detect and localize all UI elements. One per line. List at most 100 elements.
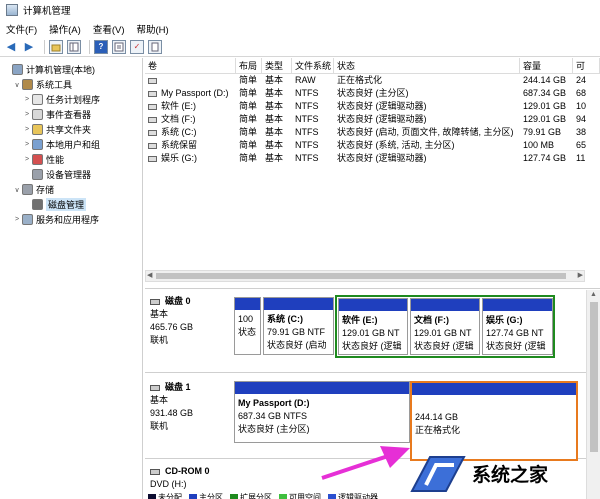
check-icon[interactable]: ✓ <box>130 39 144 54</box>
scroll-thumb[interactable] <box>590 302 598 452</box>
volume-icon <box>148 77 157 84</box>
shared-folder-icon <box>32 124 43 135</box>
tree-node[interactable]: 设备管理器 <box>0 167 142 182</box>
tree-node-label: 任务计划程序 <box>46 95 101 105</box>
table-row[interactable]: 系统保留 简单 基本 NTFS 状态良好 (系统, 活动, 主分区) 100 MB 65 <box>145 139 600 152</box>
partition-d[interactable]: My Passport (D:) 687.34 GB NTFS 状态良好 (主分… <box>234 381 410 443</box>
column-type[interactable]: 类型 <box>262 58 292 73</box>
menu-action[interactable]: 操作(A) <box>49 22 81 36</box>
column-status[interactable]: 状态 <box>334 58 520 73</box>
disk-management-icon <box>32 199 43 210</box>
users-icon <box>32 139 43 150</box>
scroll-left-icon[interactable]: ◀ <box>147 271 152 279</box>
console-tree-icon[interactable] <box>67 39 81 54</box>
partition-e[interactable]: 软件 (E:) 129.01 GB NT 状态良好 (逻辑 <box>338 298 408 355</box>
column-free[interactable]: 可 <box>573 58 600 73</box>
menu-help[interactable]: 帮助(H) <box>136 22 168 36</box>
table-cell: 状态良好 (主分区) <box>337 88 409 98</box>
column-layout[interactable]: 布局 <box>236 58 262 73</box>
legend-item: 未分配 <box>148 492 182 499</box>
tree-node[interactable]: ∨ 存储 <box>0 182 142 197</box>
column-filesystem[interactable]: 文件系统 <box>292 58 334 73</box>
partition-status: 状态良好 (逻辑 <box>414 341 474 351</box>
volume-icon <box>148 90 157 97</box>
chevron-down-icon[interactable]: ∨ <box>12 186 22 194</box>
tree-node[interactable]: > 本地用户和组 <box>0 137 142 152</box>
volume-cell <box>145 74 236 87</box>
table-row[interactable]: 娱乐 (G:) 简单 基本 NTFS 状态良好 (逻辑驱动器) 127.74 GB 11 <box>145 152 600 165</box>
scroll-up-icon[interactable]: ▲ <box>590 291 597 298</box>
table-cell: 244.14 GB <box>523 75 567 85</box>
partition-c[interactable]: 系统 (C:) 79.91 GB NTF 状态良好 (启动 <box>263 297 334 355</box>
volume-list: 卷 布局 类型 文件系统 状态 容量 可 简单 基本 RAW 正在格式化 244.14 … <box>145 58 600 286</box>
disk-0-label[interactable]: 磁盘 0 基本 465.76 GB 联机 <box>150 295 230 347</box>
volume-icon <box>148 155 157 162</box>
computer-management-icon <box>6 4 18 16</box>
volume-name: 文档 (F:) <box>161 114 196 124</box>
partition-status: 状态良好 (主分区) <box>238 424 310 434</box>
menu-view[interactable]: 查看(V) <box>93 22 125 36</box>
chevron-right-icon[interactable]: > <box>22 96 32 103</box>
computer-icon <box>12 64 23 75</box>
chevron-down-icon[interactable]: ∨ <box>12 81 22 89</box>
tree-node[interactable]: ∨ 系统工具 <box>0 77 142 92</box>
cdrom-name: CD-ROM 0 <box>165 466 210 476</box>
disk-icon <box>150 384 160 391</box>
properties-icon[interactable] <box>112 39 126 54</box>
scroll-right-icon[interactable]: ▶ <box>578 271 583 279</box>
chevron-right-icon[interactable]: > <box>22 111 32 118</box>
tree-node-label: 本地用户和组 <box>46 140 101 150</box>
table-row[interactable]: 软件 (E:) 简单 基本 NTFS 状态良好 (逻辑驱动器) 129.01 GB 10 <box>145 100 600 113</box>
forward-arrow-icon[interactable]: ▶ <box>22 40 36 54</box>
table-cell: 状态良好 (启动, 页面文件, 故障转储, 主分区) <box>337 127 514 137</box>
tree-node[interactable]: > 共享文件夹 <box>0 122 142 137</box>
partition-f[interactable]: 文档 (F:) 129.01 GB NT 状态良好 (逻辑 <box>410 298 480 355</box>
chevron-right-icon[interactable]: > <box>22 141 32 148</box>
partition-size: 127.74 GB NT <box>486 328 544 338</box>
scroll-thumb[interactable] <box>156 273 566 279</box>
table-cell: 简单 <box>239 75 258 85</box>
chevron-right-icon[interactable]: > <box>12 216 22 223</box>
partition-size: 244.14 GB <box>415 412 459 422</box>
table-cell: 38 <box>576 127 587 137</box>
back-arrow-icon[interactable]: ◀ <box>4 40 18 54</box>
volume-name: 软件 (E:) <box>161 101 196 111</box>
volume-cell: 娱乐 (G:) <box>145 152 236 165</box>
device-manager-icon <box>32 169 43 180</box>
partition-system-reserved[interactable]: 100 状态 <box>234 297 261 355</box>
table-cell: 基本 <box>265 153 284 163</box>
table-cell: 状态良好 (逻辑驱动器) <box>337 114 427 124</box>
tree-node-label: 服务和应用程序 <box>36 215 100 225</box>
column-capacity[interactable]: 容量 <box>520 58 573 73</box>
tree-node[interactable]: 磁盘管理 <box>0 197 142 212</box>
folder-up-icon[interactable] <box>49 39 63 54</box>
tree-node[interactable]: > 任务计划程序 <box>0 92 142 107</box>
doc-icon[interactable] <box>148 39 162 54</box>
tree-node[interactable]: 计算机管理(本地) <box>0 62 142 77</box>
table-row[interactable]: 系统 (C:) 简单 基本 NTFS 状态良好 (启动, 页面文件, 故障转储, 主分区… <box>145 126 600 139</box>
cdrom-label[interactable]: CD-ROM 0 DVD (H:) <box>150 465 230 491</box>
horizontal-scrollbar[interactable]: ◀ ▶ <box>145 270 585 282</box>
disk-0-type: 基本 <box>150 309 169 319</box>
tree-node[interactable]: > 性能 <box>0 152 142 167</box>
partition-name: 软件 (E:) <box>342 315 378 325</box>
chevron-right-icon[interactable]: > <box>22 156 32 163</box>
volume-name: 系统保留 <box>161 140 198 150</box>
legend-item: 扩展分区 <box>230 492 272 499</box>
performance-icon <box>32 154 43 165</box>
partition-name: 文档 (F:) <box>414 315 449 325</box>
watermark-text: 系统之家 <box>472 464 549 486</box>
table-row[interactable]: My Passport (D:) 简单 基本 NTFS 状态良好 (主分区) 687.34… <box>145 87 600 100</box>
partition-g[interactable]: 娱乐 (G:) 127.74 GB NT 状态良好 (逻辑 <box>482 298 553 355</box>
table-cell: 状态良好 (系统, 活动, 主分区) <box>337 140 455 150</box>
chevron-right-icon[interactable]: > <box>22 126 32 133</box>
tree-node[interactable]: > 事件查看器 <box>0 107 142 122</box>
help-icon[interactable]: ? <box>94 39 108 54</box>
column-volume[interactable]: 卷 <box>145 58 236 73</box>
table-row[interactable]: 文档 (F:) 简单 基本 NTFS 状态良好 (逻辑驱动器) 129.01 GB 94 <box>145 113 600 126</box>
tree-node[interactable]: > 服务和应用程序 <box>0 212 142 227</box>
table-cell: 94 <box>576 114 587 124</box>
disk-1-label[interactable]: 磁盘 1 基本 931.48 GB 联机 <box>150 381 230 433</box>
table-row[interactable]: 简单 基本 RAW 正在格式化 244.14 GB 24 <box>145 74 600 87</box>
menu-file[interactable]: 文件(F) <box>6 22 37 36</box>
